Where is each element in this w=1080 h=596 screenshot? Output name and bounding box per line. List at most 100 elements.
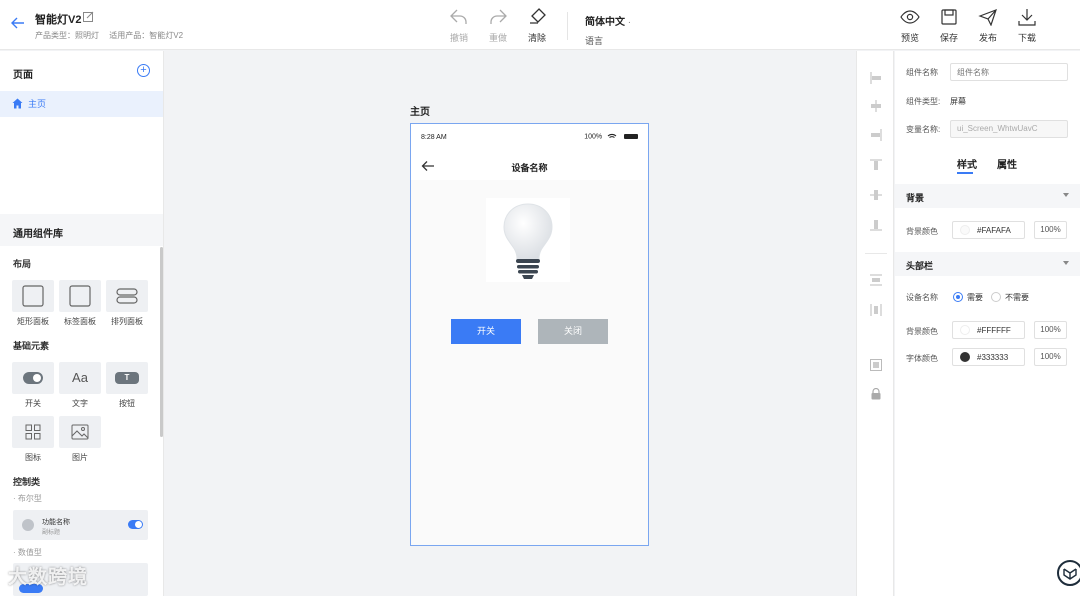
component-label: 文字: [72, 399, 88, 408]
watermark: 大数跨境: [8, 567, 89, 588]
tab-style[interactable]: 样式: [957, 156, 977, 171]
rect-panel-icon: [22, 285, 44, 307]
help-assistant-button[interactable]: [1057, 560, 1080, 586]
product-type: 产品类型：照明灯: [35, 31, 99, 40]
header-group-title: 头部栏: [906, 261, 934, 271]
page-item-home[interactable]: 主页: [0, 91, 163, 117]
clear-button[interactable]: 清除: [522, 8, 552, 44]
bg-opacity[interactable]: 100%: [1034, 221, 1067, 239]
publish-label: 发布: [978, 33, 997, 43]
header-bg-label: 背景颜色: [906, 327, 938, 336]
align-center-h-icon[interactable]: [870, 100, 882, 112]
component-button[interactable]: T 按钮: [106, 362, 148, 409]
component-icon[interactable]: 图标: [12, 416, 54, 463]
control-section-title: 控制类: [13, 477, 41, 487]
download-label: 下载: [1017, 33, 1036, 43]
tab-attributes[interactable]: 属性: [997, 156, 1017, 171]
redo-button[interactable]: 重做: [483, 8, 513, 44]
bg-color-value: #FAFAFA: [977, 226, 1011, 235]
header-bg-value: #FFFFFF: [977, 326, 1011, 335]
tab-panel-icon: [69, 285, 91, 307]
header-bg-color-field[interactable]: #FFFFFF: [952, 321, 1025, 339]
component-list-panel[interactable]: 排列面板: [106, 280, 148, 327]
grid-icon: [25, 424, 41, 440]
align-bottom-icon[interactable]: [870, 219, 882, 231]
toolbar-divider: [865, 253, 887, 254]
component-text[interactable]: Aa 文字: [59, 362, 101, 409]
undo-button[interactable]: 撤销: [444, 8, 474, 44]
battery-percent: 100%: [584, 133, 603, 141]
align-right-icon[interactable]: [870, 129, 882, 141]
component-type-value: 屏幕: [950, 97, 966, 106]
header-group-header[interactable]: 头部栏: [895, 252, 1080, 276]
button-icon: T: [115, 372, 139, 384]
phone-screen[interactable]: 8:28 AM 100% 设备名称 开关 关闭: [410, 123, 649, 546]
bulb-image[interactable]: [486, 198, 570, 282]
distribute-v-icon[interactable]: [870, 274, 882, 286]
component-bool-switch[interactable]: 功能名称 副标题: [13, 510, 148, 540]
image-icon: [71, 424, 89, 440]
color-swatch: [960, 352, 970, 362]
language-label: 语言: [585, 36, 604, 46]
toggle-icon: [128, 520, 143, 529]
add-page-icon[interactable]: +: [137, 64, 150, 77]
nav-bar: 设备名称: [411, 152, 648, 180]
component-tab-panel[interactable]: 标签面板: [59, 280, 101, 327]
radio-not-need[interactable]: [991, 292, 1001, 302]
toolbar-divider: [567, 12, 568, 40]
properties-panel: 组件名称 组件类型: 屏幕 变量名称: ui_Screen_WhtwUavC 样…: [895, 51, 1080, 596]
bg-color-field[interactable]: #FAFAFA: [952, 221, 1025, 239]
project-meta: 产品类型：照明灯 适用产品：智能灯V2: [35, 30, 191, 41]
bool-card-title: 功能名称: [42, 519, 70, 526]
language-select[interactable]: 简体中文 · 语言: [585, 13, 631, 47]
list-panel-icon: [116, 288, 138, 304]
component-label: 开关: [25, 399, 41, 408]
lock-icon[interactable]: [870, 388, 882, 400]
radio-need[interactable]: [953, 292, 963, 302]
publish-button[interactable]: 发布: [973, 8, 1003, 44]
page-item-label: 主页: [28, 99, 47, 109]
applicable-product: 适用产品：智能灯V2: [109, 31, 184, 40]
component-type-label: 组件类型:: [906, 97, 941, 106]
font-color-label: 字体颜色: [906, 354, 938, 363]
align-left-icon[interactable]: [870, 72, 882, 84]
component-label: 标签面板: [64, 317, 96, 326]
download-button[interactable]: 下载: [1012, 8, 1042, 44]
scrollbar[interactable]: [160, 247, 163, 437]
pages-title: 页面: [13, 70, 33, 81]
preview-button[interactable]: 预览: [895, 8, 925, 44]
header-bg-opacity[interactable]: 100%: [1034, 321, 1067, 339]
battery-icon: [624, 134, 638, 139]
bool-card-subtitle: 副标题: [42, 530, 61, 536]
preview-label: 预览: [900, 33, 919, 43]
component-label: 图标: [25, 453, 41, 462]
radio-need-label: 需要: [967, 293, 983, 302]
off-button[interactable]: 关闭: [538, 319, 608, 344]
align-toolbar: [856, 51, 894, 596]
component-name-label: 组件名称: [906, 68, 938, 77]
clear-label: 清除: [527, 33, 546, 43]
font-color-opacity[interactable]: 100%: [1034, 348, 1067, 366]
component-image[interactable]: 图片: [59, 416, 101, 463]
status-time: 8:28 AM: [421, 134, 447, 141]
component-name-input[interactable]: [950, 63, 1068, 81]
text-icon: Aa: [72, 370, 88, 385]
edit-icon[interactable]: [83, 11, 95, 23]
component-switch[interactable]: 开关: [12, 362, 54, 409]
bg-group-header[interactable]: 背景: [895, 184, 1080, 208]
top-bar: 智能灯V2 产品类型：照明灯 适用产品：智能灯V2 撤销 重做 清除 简体中文 …: [0, 0, 1080, 50]
component-rect-panel[interactable]: 矩形面板: [12, 280, 54, 327]
distribute-h-icon[interactable]: [870, 304, 882, 316]
font-color-field[interactable]: #333333: [952, 348, 1025, 366]
back-arrow-icon[interactable]: [10, 15, 30, 35]
on-button[interactable]: 开关: [451, 319, 521, 344]
align-top-icon[interactable]: [870, 159, 882, 171]
fit-screen-icon[interactable]: [870, 359, 882, 371]
function-icon: [22, 519, 34, 531]
component-label: 矩形面板: [17, 317, 49, 326]
save-label: 保存: [939, 33, 958, 43]
save-button[interactable]: 保存: [934, 8, 964, 44]
align-center-v-icon[interactable]: [870, 189, 882, 201]
language-value: 简体中文: [585, 17, 625, 28]
wifi-icon: [607, 133, 617, 138]
